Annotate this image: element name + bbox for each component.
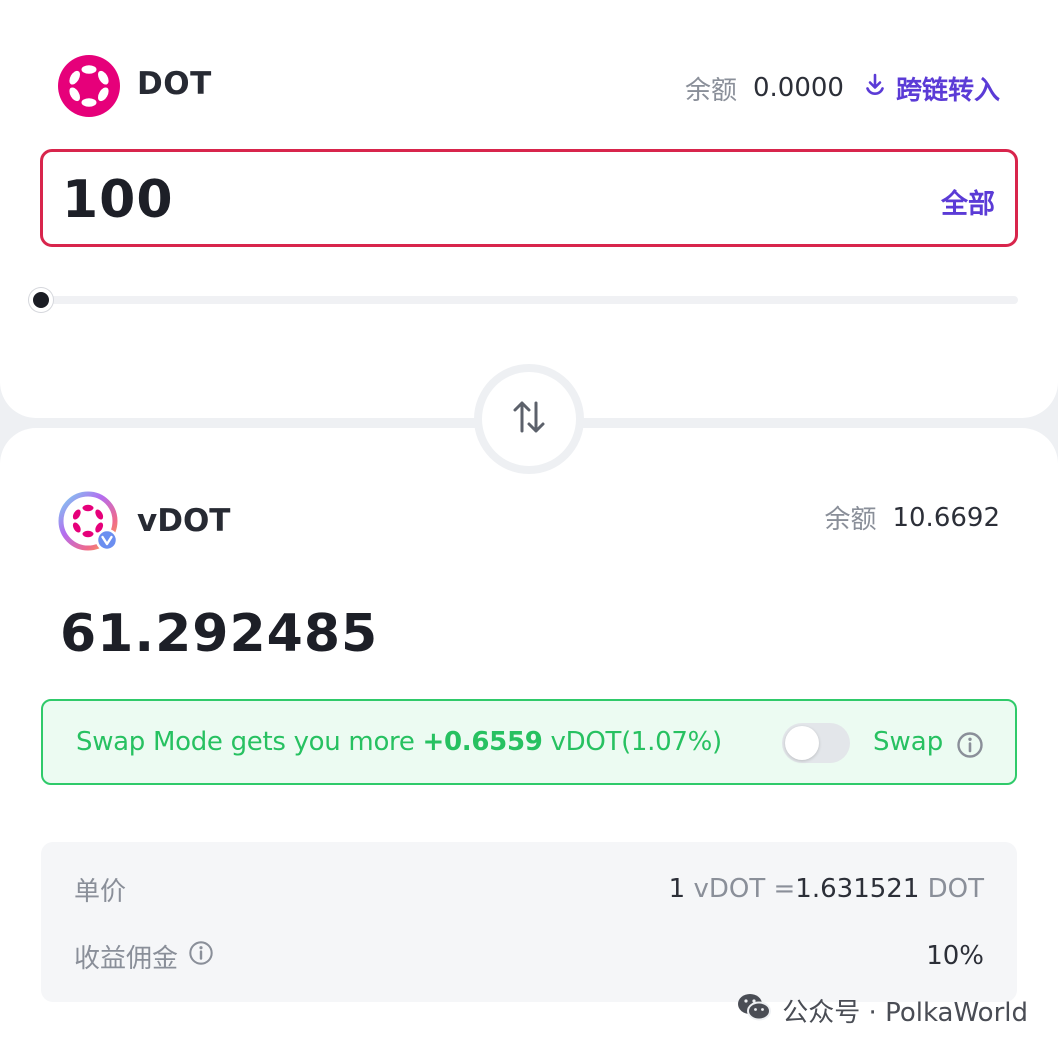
swap-mode-banner: Swap Mode gets you more +0.6559 vDOT(1.0… [41, 699, 1017, 785]
toggle-knob [785, 726, 819, 760]
app-page: DOT 余额 0.0000 跨链转入 100 全部 vDOT 余额 10.669… [0, 0, 1058, 1056]
price-row: 单价 1 vDOT =1.631521 DOT [74, 869, 984, 909]
watermark: 公众号 · PolkaWorld [736, 992, 1028, 1029]
cross-chain-in-label: 跨链转入 [895, 75, 1000, 106]
swap-mode-text: Swap Mode gets you more +0.6559 vDOT(1.0… [76, 727, 722, 757]
amount-slider-thumb[interactable] [29, 288, 53, 312]
commission-row: 收益佣金 10% [74, 936, 984, 976]
swap-mode-label: Swap [873, 727, 944, 757]
swap-mode-toggle[interactable] [782, 723, 850, 763]
to-token-symbol: vDOT [137, 503, 231, 539]
to-balance-value: 10.6692 [892, 502, 1000, 533]
watermark-text: 公众号 · PolkaWorld [782, 998, 1028, 1028]
from-card: DOT 余额 0.0000 跨链转入 100 全部 [0, 0, 1058, 418]
details-panel: 单价 1 vDOT =1.631521 DOT 收益佣金 10% [41, 842, 1017, 1002]
download-icon [862, 72, 888, 105]
swap-vertical-arrows-icon [509, 397, 549, 441]
cross-chain-in-button[interactable]: 跨链转入 [862, 70, 1000, 107]
swap-direction-button[interactable] [474, 364, 584, 474]
amount-slider-track[interactable] [40, 296, 1018, 304]
from-balance-value: 0.0000 [753, 73, 844, 103]
dot-token-logo [58, 55, 120, 117]
commission-label: 收益佣金 [74, 943, 179, 974]
swap-mode-bonus: +0.6559 [422, 727, 543, 757]
price-value: 1 vDOT =1.631521 DOT [668, 874, 984, 904]
info-icon[interactable] [956, 731, 984, 763]
from-token-symbol: DOT [137, 66, 212, 102]
to-balance-row: 余额 10.6692 [824, 499, 1000, 536]
from-balance-label: 余额 [684, 75, 737, 106]
vdot-token-logo [58, 491, 120, 553]
to-balance-label: 余额 [824, 505, 877, 535]
info-icon[interactable] [188, 940, 214, 973]
commission-value: 10% [926, 941, 984, 971]
wechat-icon [736, 992, 772, 1029]
output-amount: 61.292485 [60, 604, 379, 664]
amount-input-value: 100 [62, 170, 174, 230]
max-button[interactable]: 全部 [941, 182, 995, 221]
amount-input[interactable]: 100 全部 [40, 149, 1018, 247]
price-label: 单价 [74, 876, 127, 907]
from-balance-row: 余额 0.0000 跨链转入 [685, 70, 1000, 106]
